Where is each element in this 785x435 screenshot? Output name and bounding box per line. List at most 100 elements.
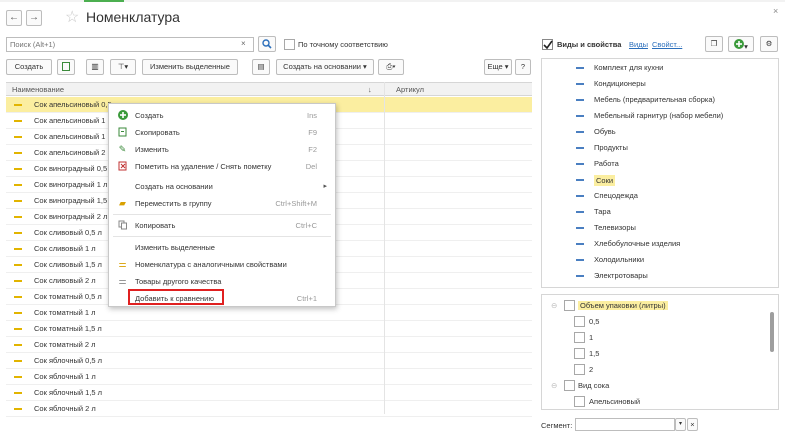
menu-item-label: Переместить в группу: [135, 199, 212, 208]
column-header-name[interactable]: Наименование: [12, 85, 64, 94]
help-button[interactable]: ?: [515, 59, 531, 75]
more-button[interactable]: Еще ▾: [484, 59, 512, 75]
menu-item-create-based-on[interactable]: Создать на основании ▸: [109, 178, 335, 195]
create-button[interactable]: Создать: [6, 59, 52, 75]
create-based-on-button[interactable]: Создать на основании ▾: [276, 59, 374, 75]
page-title: Номенклатура: [86, 9, 180, 25]
property-group-checkbox[interactable]: [564, 300, 575, 311]
property-group-volume[interactable]: Объем упаковки (литры): [578, 301, 668, 310]
window-mode-button[interactable]: ❐: [705, 36, 723, 52]
category-item[interactable]: Телевизоры: [541, 220, 779, 236]
favorite-star-icon[interactable]: ☆: [65, 7, 79, 27]
category-item[interactable]: Мебель (предварительная сборка): [541, 92, 779, 108]
search-button[interactable]: [258, 36, 276, 52]
similar-items-icon: ⚌: [118, 259, 127, 269]
menu-item-create[interactable]: Создать Ins: [109, 107, 335, 124]
row-name: Сок яблочный 2 л: [34, 404, 96, 413]
settings-button[interactable]: ⚙: [760, 36, 778, 52]
category-item[interactable]: Продукты: [541, 140, 779, 156]
category-item[interactable]: Соки: [541, 172, 779, 188]
row-name: Сок сливовый 1 л: [34, 244, 96, 253]
search-clear-icon[interactable]: ×: [241, 39, 246, 48]
forward-button[interactable]: →: [26, 10, 42, 26]
menu-item-move-to-group[interactable]: ▰ Переместить в группу Ctrl+Shift+M: [109, 195, 335, 212]
menu-item-similar-props[interactable]: ⚌ Номенклатура с аналогичными свойствами: [109, 256, 335, 273]
category-item[interactable]: Тара: [541, 204, 779, 220]
add-property-button[interactable]: ▾: [728, 36, 754, 52]
category-label: Продукты: [594, 143, 628, 152]
table-row[interactable]: Сок яблочный 2 л: [6, 401, 532, 417]
property-value-checkbox[interactable]: [574, 396, 585, 407]
edit-selected-button[interactable]: Изменить выделенные: [142, 59, 238, 75]
category-label: Комплект для кухни: [594, 63, 664, 72]
menu-item-mark-delete[interactable]: Пометить на удаление / Снять пометку Del: [109, 158, 335, 175]
item-type-icon: [14, 280, 22, 282]
category-label: Холодильники: [594, 255, 645, 264]
exact-match-checkbox[interactable]: [284, 39, 295, 50]
category-item[interactable]: Хлебобулочные изделия: [541, 236, 779, 252]
category-item[interactable]: Обувь: [541, 124, 779, 140]
property-value-checkbox[interactable]: [574, 348, 585, 359]
category-item[interactable]: Кондиционеры: [541, 76, 779, 92]
report-button[interactable]: ▤: [252, 59, 270, 75]
close-icon[interactable]: ×: [773, 6, 778, 16]
copy-item-icon: [117, 127, 128, 138]
row-name: Сок томатный 1 л: [34, 308, 96, 317]
menu-item-copy-clipboard[interactable]: Копировать Ctrl+C: [109, 217, 335, 234]
delete-mark-icon: [117, 161, 128, 172]
property-value-checkbox[interactable]: [574, 316, 585, 327]
category-item[interactable]: Холодильники: [541, 252, 779, 268]
segment-dropdown-button[interactable]: ▾: [675, 418, 686, 431]
category-item[interactable]: Спецодежда: [541, 188, 779, 204]
property-group-juice-type[interactable]: Вид сока: [578, 381, 609, 390]
menu-item-copy-item[interactable]: Скопировать F9: [109, 124, 335, 141]
category-item[interactable]: Работа: [541, 156, 779, 172]
views-checkbox[interactable]: [542, 39, 553, 50]
print-button[interactable]: ⎙▾: [378, 59, 404, 75]
property-group-checkbox[interactable]: [564, 380, 575, 391]
table-row[interactable]: Сок томатный 1 л: [6, 305, 532, 321]
category-icon: [576, 227, 584, 229]
row-name: Сок сливовый 2 л: [34, 276, 96, 285]
back-button[interactable]: ←: [6, 10, 22, 26]
search-input[interactable]: [6, 37, 254, 52]
row-name: Сок сливовый 0,5 л: [34, 228, 102, 237]
table-row[interactable]: Сок яблочный 1,5 л: [6, 385, 532, 401]
property-value-checkbox[interactable]: [574, 332, 585, 343]
category-item[interactable]: Электротовары: [541, 268, 779, 284]
item-type-icon: [14, 328, 22, 330]
table-row[interactable]: Сок томатный 1,5 л: [6, 321, 532, 337]
property-value: Апельсиновый: [589, 397, 641, 406]
category-label: Спецодежда: [594, 191, 638, 200]
tree-expand-icon[interactable]: ⊖: [551, 381, 557, 390]
category-icon: [576, 275, 584, 277]
segment-clear-button[interactable]: ×: [687, 418, 698, 431]
row-name: Сок апельсиновый 2: [34, 148, 106, 157]
menu-item-edit[interactable]: ✎ Изменить F2: [109, 141, 335, 158]
table-row[interactable]: Сок томатный 2 л: [6, 337, 532, 353]
table-row[interactable]: Сок яблочный 1 л: [6, 369, 532, 385]
barcode-button[interactable]: ▥: [86, 59, 104, 75]
category-icon: [576, 243, 584, 245]
property-value: 2: [589, 365, 594, 374]
properties-link[interactable]: Свойст...: [652, 40, 682, 49]
properties-scrollbar-thumb[interactable]: [770, 312, 774, 352]
create-based-on-label: Создать на основании: [283, 62, 361, 71]
column-header-article[interactable]: Артикул: [396, 85, 424, 94]
filter-button[interactable]: ⊤▾: [110, 59, 136, 75]
menu-item-edit-selected[interactable]: Изменить выделенные: [109, 239, 335, 256]
checkmark-icon: [543, 40, 553, 50]
property-value-checkbox[interactable]: [574, 364, 585, 375]
tree-expand-icon[interactable]: ⊖: [551, 301, 557, 310]
properties-tree: ⊖ Объем упаковки (литры) 0,5 1 1,5 2 ⊖ В…: [541, 294, 779, 410]
category-item[interactable]: Мебельный гарнитур (набор мебели): [541, 108, 779, 124]
category-item[interactable]: Комплект для кухни: [541, 60, 779, 76]
views-link[interactable]: Виды: [629, 40, 648, 49]
category-icon: [576, 147, 584, 149]
item-type-icon: [14, 264, 22, 266]
menu-item-other-quality[interactable]: ⚌ Товары другого качества: [109, 273, 335, 290]
sort-arrow-icon: ↓: [368, 85, 372, 94]
table-row[interactable]: Сок яблочный 0,5 л: [6, 353, 532, 369]
segment-input[interactable]: [575, 418, 675, 431]
create-group-button[interactable]: [57, 59, 75, 75]
